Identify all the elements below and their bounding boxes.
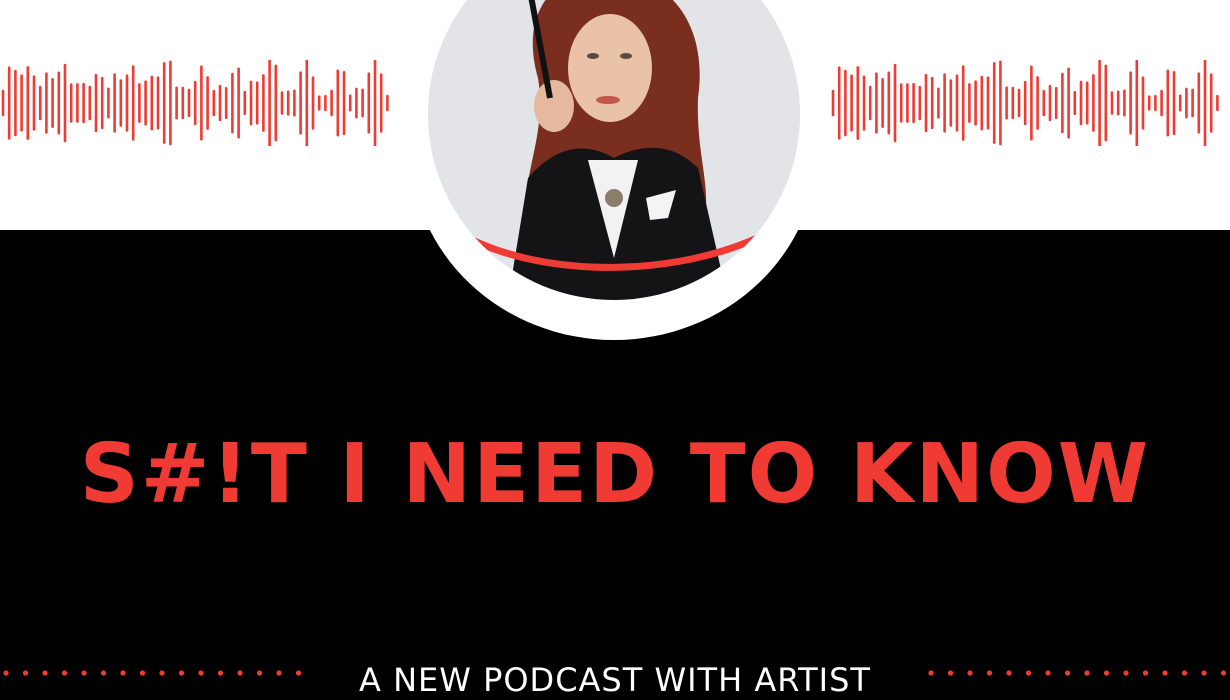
- divider-dot: [1201, 670, 1207, 676]
- podcast-subtitle: A NEW PODCAST WITH ARTIST: [359, 661, 871, 699]
- sound-wave-left-icon: [1, 60, 389, 146]
- divider-dot: [986, 670, 993, 676]
- divider-dot: [3, 670, 9, 676]
- divider-dot: [100, 670, 107, 676]
- divider-dot: [61, 670, 68, 676]
- divider-dot: [178, 670, 185, 676]
- divider-dot: [159, 670, 165, 676]
- divider-dot: [1181, 670, 1188, 676]
- divider-dot: [967, 670, 973, 676]
- divider-dot: [276, 670, 282, 676]
- divider-dot: [1142, 670, 1149, 676]
- dotted-divider-left: [3, 670, 302, 676]
- divider-dot: [1084, 670, 1090, 676]
- dotted-divider-right: [928, 670, 1227, 676]
- divider-dot: [1103, 670, 1110, 676]
- divider-dot: [22, 670, 29, 676]
- divider-dot: [1025, 670, 1032, 676]
- divider-dot: [237, 670, 243, 676]
- divider-dot: [198, 670, 204, 676]
- divider-dot: [1220, 670, 1227, 676]
- divider-dot: [42, 670, 48, 676]
- divider-dot: [81, 670, 87, 676]
- divider-dot: [947, 670, 954, 676]
- divider-dot: [1006, 670, 1012, 676]
- divider-dot: [139, 670, 146, 676]
- sound-wave-right-icon: [831, 60, 1219, 146]
- divider-dot: [256, 670, 263, 676]
- podcast-title: S#!T I NEED TO KNOW: [79, 427, 1151, 522]
- divider-dot: [217, 670, 224, 676]
- divider-dot: [1162, 670, 1168, 676]
- divider-dot: [1045, 670, 1051, 676]
- divider-dot: [1123, 670, 1129, 676]
- divider-dot: [120, 670, 126, 676]
- divider-dot: [1064, 670, 1071, 676]
